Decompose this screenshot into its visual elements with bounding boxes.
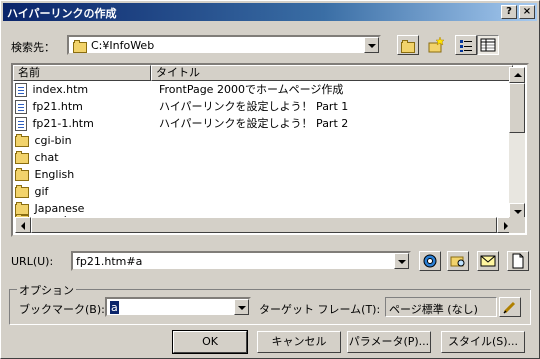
url-input[interactable]: fp21.htm#a xyxy=(76,255,142,268)
help-button[interactable]: ? xyxy=(501,5,517,19)
folder-name: English xyxy=(34,168,75,181)
target-frame-edit-button[interactable] xyxy=(499,297,521,317)
list-item[interactable]: index.htm xyxy=(15,82,88,98)
file-name: fp21-1.htm xyxy=(32,117,94,130)
chevron-down-icon xyxy=(238,306,246,310)
horizontal-scrollbar[interactable] xyxy=(15,217,513,233)
html-file-icon xyxy=(15,100,27,114)
vertical-scroll-thumb[interactable] xyxy=(509,83,525,133)
up-folder-icon xyxy=(401,40,415,53)
title-bar[interactable]: ハイパーリンクの作成 ? × xyxy=(3,3,537,21)
pencil-icon xyxy=(503,301,516,314)
arrow-down-icon xyxy=(514,210,522,214)
bookmark-dropdown-button[interactable] xyxy=(234,299,249,315)
lookin-label: 検索先： xyxy=(11,41,55,54)
list-item[interactable]: fp21.htm xyxy=(15,99,83,115)
list-view-icon xyxy=(460,40,472,52)
up-folder-button[interactable] xyxy=(397,35,419,55)
folder-name: gif xyxy=(34,185,49,198)
file-title: FrontPage 2000でホームページ作成 xyxy=(159,83,344,96)
file-list[interactable]: 名前 タイトル index.htm FrontPage 2000でホームページ作… xyxy=(11,63,529,237)
folder-icon xyxy=(15,184,29,198)
globe-icon xyxy=(423,254,437,268)
details-view-icon xyxy=(480,38,496,52)
folder-icon xyxy=(73,40,87,53)
list-item[interactable]: fp21-1.htm xyxy=(15,116,94,132)
hyperlink-dialog: ハイパーリンクの作成 ? × 検索先： C:¥InfoWeb 名前 タイトル i… xyxy=(0,0,540,359)
style-button[interactable]: スタイル(S)... xyxy=(441,331,525,353)
folder-name: chat xyxy=(34,151,59,164)
target-frame-field: ページ標準 (なし) xyxy=(385,297,497,317)
arrow-left-icon xyxy=(21,222,25,230)
list-view-button[interactable] xyxy=(455,35,477,55)
arrow-right-icon xyxy=(504,222,508,230)
close-button[interactable]: × xyxy=(519,5,535,19)
cancel-button[interactable]: キャンセル xyxy=(257,331,341,353)
parameters-button[interactable]: パラメータ(P)... xyxy=(347,331,431,353)
folder-icon xyxy=(15,201,29,215)
envelope-icon xyxy=(480,255,496,267)
file-title: ハイパーリンクを設定しよう！ Part 2 xyxy=(159,117,349,130)
lookin-combo[interactable]: C:¥InfoWeb xyxy=(67,35,381,55)
list-item[interactable]: chat xyxy=(15,150,59,166)
browse-file-button[interactable] xyxy=(447,251,469,271)
folder-icon xyxy=(15,167,29,181)
scroll-up-button[interactable] xyxy=(509,67,525,83)
folder-icon xyxy=(15,133,29,147)
url-dropdown-button[interactable] xyxy=(394,253,409,269)
email-link-button[interactable] xyxy=(477,251,499,271)
ok-button[interactable]: OK xyxy=(172,330,248,354)
arrow-up-icon xyxy=(514,73,522,77)
lookin-path: C:¥InfoWeb xyxy=(91,39,155,52)
bookmark-combo[interactable]: a xyxy=(105,297,251,317)
folder-search-icon xyxy=(450,256,465,267)
vertical-scrollbar[interactable] xyxy=(509,67,525,219)
html-file-icon xyxy=(15,117,27,131)
html-file-icon xyxy=(15,83,27,97)
scroll-left-button[interactable] xyxy=(15,217,31,233)
options-group-label: オプション xyxy=(17,282,76,298)
chevron-down-icon xyxy=(368,44,376,48)
scrollbar-corner xyxy=(509,217,525,233)
horizontal-scroll-thumb[interactable] xyxy=(31,217,497,233)
list-item[interactable]: gif xyxy=(15,184,48,200)
bookmark-input[interactable]: a xyxy=(110,301,119,314)
folder-name: cgi-bin xyxy=(34,134,72,147)
bookmark-label: ブックマーク(B): xyxy=(19,303,105,316)
column-header-name[interactable]: 名前 xyxy=(13,65,151,81)
chevron-down-icon xyxy=(398,260,406,264)
target-frame-label: ターゲット フレーム(T): xyxy=(259,303,381,316)
url-label: URL(U): xyxy=(11,255,54,268)
details-view-button[interactable] xyxy=(477,35,499,55)
web-browse-button[interactable] xyxy=(419,251,441,271)
list-item[interactable]: English xyxy=(15,167,74,183)
new-folder-button[interactable] xyxy=(425,35,447,55)
window-title: ハイパーリンクの作成 xyxy=(7,7,117,20)
folder-icon xyxy=(15,150,29,164)
lookin-dropdown-button[interactable] xyxy=(364,37,379,53)
target-frame-value: ページ標準 (なし) xyxy=(389,303,478,316)
column-header-title[interactable]: タイトル xyxy=(151,65,513,81)
url-combo[interactable]: fp21.htm#a xyxy=(71,251,411,271)
folder-name: Japanese xyxy=(34,202,85,215)
new-page-icon xyxy=(512,253,524,269)
file-name: fp21.htm xyxy=(32,100,83,113)
file-name: index.htm xyxy=(32,83,89,96)
new-folder-icon xyxy=(428,36,445,53)
file-title: ハイパーリンクを設定しよう！ Part 1 xyxy=(159,100,349,113)
list-item[interactable]: cgi-bin xyxy=(15,133,72,149)
new-page-button[interactable] xyxy=(507,251,529,271)
